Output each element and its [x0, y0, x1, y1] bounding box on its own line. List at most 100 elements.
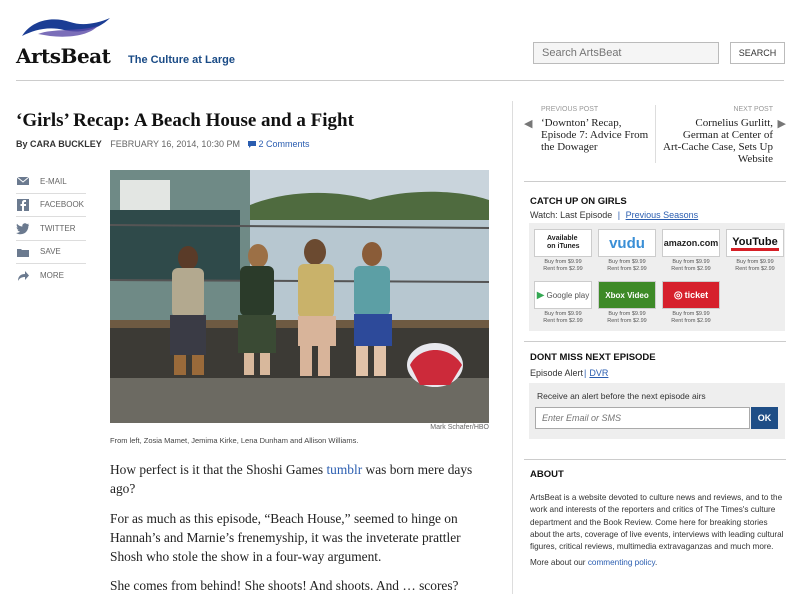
save-icon [17, 248, 29, 257]
episode-alert-label: Episode Alert [530, 368, 584, 378]
share-facebook[interactable]: FACEBOOK [16, 194, 86, 217]
byline-prefix: By [16, 139, 28, 149]
vendor-youtube[interactable]: YouTube Buy from $9.99 Rent from $2.99 [726, 229, 784, 273]
comments-count: 2 Comments [258, 139, 310, 149]
alert-links: Episode Alert| DVR [530, 368, 608, 378]
vendor-xbox[interactable]: Xbox Video Buy from $9.99 Rent from $2.99 [598, 281, 656, 325]
share-email[interactable]: E-MAIL [16, 170, 86, 194]
xbox-logo-icon: Xbox Video [598, 281, 656, 309]
previous-arrow-icon[interactable]: ◀ [524, 117, 532, 130]
policy-prefix: More about our [530, 558, 588, 568]
search-input[interactable] [533, 42, 719, 64]
vendor-price: Buy from $9.99 Rent from $2.99 [726, 259, 784, 273]
vendor-rent-price: Rent from $2.99 [671, 266, 711, 272]
googleplay-logo-icon: ▶ Google play [534, 281, 592, 309]
vendor-name: amazon.com [663, 238, 719, 248]
vendor-price: Buy from $9.99 Rent from $2.99 [534, 259, 592, 273]
next-post-title-line: Art-Cache Case, Sets Up [663, 141, 773, 153]
policy-suffix: . [655, 558, 658, 568]
vendor-name: YouTube [731, 235, 779, 251]
watch-separator: | [617, 210, 621, 220]
tumblr-link[interactable]: tumblr [326, 462, 362, 477]
vendor-name: Xbox Video [605, 290, 649, 300]
vendor-buy-price: Buy from $9.99 [736, 259, 774, 265]
search-button[interactable]: SEARCH [730, 42, 785, 64]
article-paragraph-3: She comes from behind! She shoots! And s… [110, 578, 459, 593]
vendor-buy-price: Buy from $9.99 [608, 311, 646, 317]
share-facebook-label: FACEBOOK [40, 200, 85, 210]
share-more-label: MORE [40, 271, 64, 281]
next-post-label: NEXT POST [733, 106, 773, 113]
vendor-vudu[interactable]: vudu Buy from $9.99 Rent from $2.99 [598, 229, 656, 273]
vendor-name: ticket [684, 290, 709, 300]
previous-seasons-link[interactable]: Previous Seasons [626, 210, 699, 220]
email-sms-input[interactable] [535, 407, 750, 429]
twitter-icon [16, 223, 29, 235]
watch-last-episode-label: Watch: Last Episode [530, 210, 613, 220]
previous-post-title: ‘Downton’ Recap, Episode 7: Advice From … [541, 117, 653, 153]
share-save-label: SAVE [40, 247, 61, 257]
about-description: ArtsBeat is a website devoted to culture… [530, 492, 786, 570]
ok-button[interactable]: OK [751, 407, 778, 429]
article-photo[interactable] [110, 170, 489, 423]
dvr-link[interactable]: DVR [589, 368, 608, 378]
sidebar-rule [524, 341, 786, 342]
vendor-googleplay[interactable]: ▶ Google play Buy from $9.99 Rent from $2.… [534, 281, 592, 325]
comments-link[interactable]: 2 Comments [248, 139, 310, 149]
sidebar-divider [512, 101, 513, 594]
vendor-price: Buy from $9.99 Rent from $2.99 [662, 311, 720, 325]
site-tagline: The Culture at Large [128, 54, 235, 66]
email-icon [16, 176, 30, 186]
article-date: FEBRUARY 16, 2014, 10:30 PM [110, 139, 240, 149]
article-title: ‘Girls’ Recap: A Beach House and a Fight [16, 110, 354, 131]
share-save[interactable]: SAVE [16, 241, 86, 264]
share-email-label: E-MAIL [40, 176, 67, 186]
catchup-heading: CATCH UP ON GIRLS [530, 196, 627, 207]
vendor-price: Buy from $9.99 Rent from $2.99 [598, 311, 656, 325]
vendor-name: Google play [546, 290, 590, 300]
sidebar-rule [524, 459, 786, 460]
itunes-logo-icon: Available on iTunes [534, 229, 592, 257]
vendor-rent-price: Rent from $2.99 [607, 266, 647, 272]
nyt-swoosh-logo-icon[interactable] [18, 14, 114, 48]
vendor-panel: Available on iTunes Buy from $9.99 Rent f… [529, 223, 785, 331]
vendor-price: Buy from $9.99 Rent from $2.99 [598, 259, 656, 273]
author-link[interactable]: CARA BUCKLEY [30, 139, 102, 149]
alert-description: Receive an alert before the next episode… [537, 391, 706, 401]
facebook-icon [17, 198, 29, 211]
vendor-price: Buy from $9.99 Rent from $2.99 [534, 311, 592, 325]
vendor-amazon[interactable]: amazon.com Buy from $9.99 Rent from $2.99 [662, 229, 720, 273]
byline: By CARA BUCKLEY FEBRUARY 16, 2014, 10:30… [16, 139, 310, 149]
vendor-target-ticket[interactable]: ◎ ticket Buy from $9.99 Rent from $2.99 [662, 281, 720, 325]
vendor-buy-price: Buy from $9.99 [544, 259, 582, 265]
vendor-itunes[interactable]: Available on iTunes Buy from $9.99 Rent f… [534, 229, 592, 273]
alert-separator: | [584, 368, 587, 378]
dont-miss-heading: DONT MISS NEXT EPISODE [530, 352, 656, 363]
commenting-policy-line: More about our commenting policy. [530, 557, 786, 569]
commenting-policy-link[interactable]: commenting policy [588, 558, 655, 567]
share-more[interactable]: MORE [16, 264, 86, 288]
header-divider [16, 80, 784, 81]
vendor-rent-price: Rent from $2.99 [671, 318, 711, 324]
about-heading: ABOUT [530, 469, 564, 480]
youtube-logo-icon: YouTube [726, 229, 784, 257]
photo-caption: From left, Zosia Mamet, Jemima Kirke, Le… [110, 436, 359, 445]
target-bullseye-icon: ◎ [673, 289, 683, 301]
vendor-rent-price: Rent from $2.99 [543, 318, 583, 324]
share-twitter[interactable]: TWITTER [16, 217, 86, 241]
next-arrow-icon[interactable]: ▶ [778, 117, 786, 130]
share-twitter-label: TWITTER [40, 223, 76, 233]
post-navigation: ◀ PREVIOUS POST ‘Downton’ Recap, Episode… [524, 103, 786, 169]
next-post-title-line: German at Center of [682, 129, 773, 141]
previous-post-title-line: the Dowager [541, 141, 598, 153]
vendor-price: Buy from $9.99 Rent from $2.99 [662, 259, 720, 273]
next-post-title-line: Cornelius Gurlitt, [695, 117, 773, 129]
site-logo[interactable]: ArtsBeat [16, 44, 111, 68]
previous-post-title-line: Episode 7: Advice From [541, 129, 649, 141]
vendor-buy-price: Buy from $9.99 [672, 311, 710, 317]
about-text-body: ArtsBeat is a website devoted to culture… [530, 493, 784, 552]
article-paragraph-2: For as much as this episode, “Beach Hous… [110, 511, 461, 564]
vendor-buy-price: Buy from $9.99 [672, 259, 710, 265]
comment-icon [248, 141, 257, 148]
vendor-rent-price: Rent from $2.99 [607, 318, 647, 324]
